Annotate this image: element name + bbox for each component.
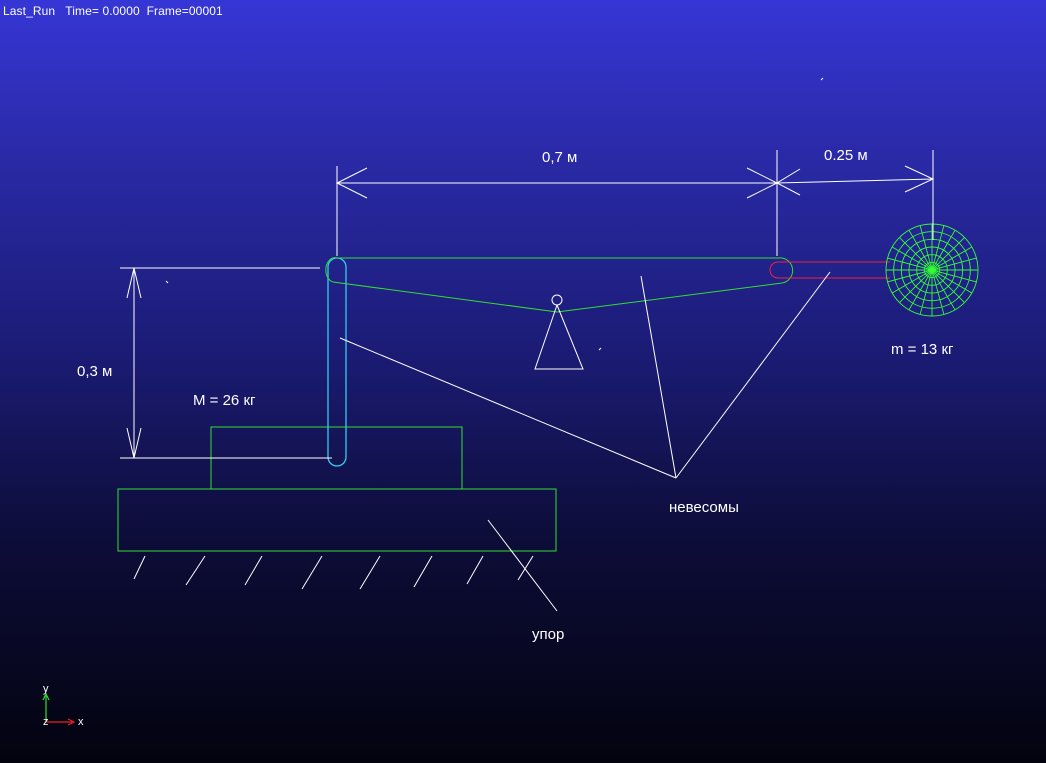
triad-y-label: y <box>43 683 49 695</box>
dim-lever-right-label: 0.25 м <box>824 147 868 164</box>
dimension-height <box>120 267 332 459</box>
lever-body <box>325 257 794 313</box>
mechanism-scene: 0,7 м 0.25 м 0,3 м M = 26 кг m = 13 кг н… <box>42 77 979 728</box>
coordinate-triad: y z x <box>42 683 84 728</box>
red-link <box>769 261 890 279</box>
triad-x-label: x <box>78 716 84 728</box>
pivot-support <box>534 294 584 370</box>
triad-z-label: z <box>43 716 49 728</box>
dim-height-label: 0,3 м <box>77 363 112 380</box>
viewport-3d[interactable]: Last_Run Time= 0.0000 Frame=00001 0,7 м … <box>0 0 1046 763</box>
speck <box>598 347 602 351</box>
mass-small-label: m = 13 кг <box>891 341 954 358</box>
dimension-lever <box>335 150 935 256</box>
ground-block <box>117 488 557 552</box>
stop-label: упор <box>532 626 564 643</box>
speck <box>820 77 824 81</box>
sphere-mass <box>885 223 979 317</box>
vertical-link <box>327 257 347 467</box>
stop-leader <box>487 519 558 612</box>
mass-big-label: M = 26 кг <box>193 392 256 409</box>
weightless-label: невесомы <box>669 499 739 516</box>
weightless-leaders <box>339 271 831 479</box>
dim-lever-left-label: 0,7 м <box>542 149 577 166</box>
ground-hatching <box>133 555 534 590</box>
